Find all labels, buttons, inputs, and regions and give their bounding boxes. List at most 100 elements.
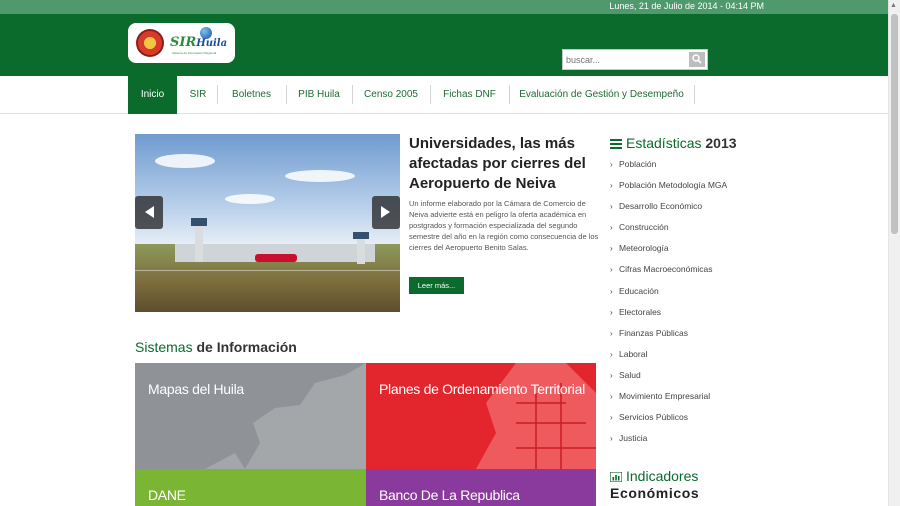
slider-prev-button[interactable]: [135, 196, 163, 229]
stats-heading: Estadísticas 2013: [610, 135, 737, 151]
site-header: SIRHuila Sistema de Información Regional: [0, 14, 888, 76]
chevron-right-icon: ›: [610, 160, 613, 169]
slider-tower-cab: [353, 232, 369, 239]
stats-link-educacion[interactable]: › Educación: [610, 284, 810, 305]
stats-heading-b: 2013: [705, 135, 737, 151]
list-icon: [610, 139, 622, 149]
stats-link-cifras-macro[interactable]: › Cifras Macroeconómicas: [610, 262, 810, 283]
nav-item-inicio[interactable]: Inicio: [128, 76, 177, 114]
systems-heading-a: Sistemas: [135, 339, 193, 355]
stats-link-electorales[interactable]: › Electorales: [610, 305, 810, 326]
stats-link-construccion[interactable]: › Construcción: [610, 220, 810, 241]
logo-subtitle: Sistema de Información Regional: [172, 51, 217, 55]
slider-tower-cab: [191, 218, 207, 226]
tile-dane[interactable]: DANE: [135, 469, 366, 506]
nav-item-evaluacion[interactable]: Evaluación de Gestión y Desempeño: [512, 76, 691, 114]
tile-mapas-del-huila[interactable]: Mapas del Huila: [135, 363, 366, 469]
nav-divider: [217, 85, 218, 104]
stats-link-label: Justicia: [619, 433, 648, 444]
tile-label: DANE: [148, 487, 186, 503]
stats-link-label: Meteorología: [619, 243, 669, 254]
news-title[interactable]: Universidades, las más afectadas por cie…: [409, 134, 599, 194]
top-bar: Lunes, 21 de Julio de 2014 - 04:14 PM: [0, 0, 888, 14]
nav-divider: [694, 85, 695, 104]
tile-banco-republica[interactable]: Banco De La Republica: [366, 469, 596, 506]
slider-cloud: [155, 154, 215, 168]
stats-heading-a: Estadísticas: [626, 135, 702, 151]
chevron-right-icon: ›: [610, 244, 613, 254]
huila-map-shape: [205, 363, 366, 469]
nav-item-fichas-dnf[interactable]: Fichas DNF: [433, 76, 506, 114]
nav-item-boletnes[interactable]: Boletnes: [220, 76, 283, 114]
scrollbar-thumb[interactable]: [891, 14, 898, 234]
chevron-right-icon: ›: [610, 392, 613, 402]
indicators-heading: Indicadores: [610, 467, 698, 485]
stats-link-poblacion-mga[interactable]: › Población Metodología MGA: [610, 178, 810, 199]
stats-link-salud[interactable]: › Salud: [610, 368, 810, 389]
stats-link-laboral[interactable]: › Laboral: [610, 347, 810, 368]
news-slider-image[interactable]: [135, 134, 400, 312]
chevron-right-icon: ›: [610, 202, 613, 212]
news-summary: Un informe elaborado por la Cámara de Co…: [409, 199, 599, 252]
chevron-right-icon: ›: [610, 434, 613, 444]
nav-item-pib-huila[interactable]: PIB Huila: [289, 76, 349, 114]
chevron-right-icon: ›: [610, 349, 613, 359]
slider-cloud: [285, 170, 355, 182]
stats-link-justicia[interactable]: › Justicia: [610, 431, 810, 452]
territory-map-shape: [476, 363, 596, 469]
stats-link-label: Laboral: [619, 348, 648, 359]
slider-plane: [255, 254, 297, 262]
huila-seal-icon: [136, 29, 164, 57]
slider-fence: [135, 270, 400, 271]
chevron-right-icon: ›: [610, 370, 613, 380]
stats-link-desarrollo-economico[interactable]: › Desarrollo Económico: [610, 199, 810, 220]
nav-item-sir[interactable]: SIR: [180, 76, 216, 114]
stats-link-meteorologia[interactable]: › Meteorología: [610, 241, 810, 262]
nav-divider: [352, 85, 353, 104]
stats-link-label: Finanzas Públicas: [619, 327, 688, 338]
read-more-button[interactable]: Leer más...: [409, 277, 464, 294]
stats-link-label: Movimiento Empresarial: [619, 391, 711, 402]
chevron-left-icon: [145, 206, 154, 218]
slider-next-button[interactable]: [372, 196, 400, 229]
stats-link-label: Cifras Macroeconómicas: [619, 264, 713, 275]
nav-divider: [286, 85, 287, 104]
main-nav: Inicio SIR Boletnes PIB Huila Censo 2005…: [0, 76, 888, 114]
stats-link-label: Salud: [619, 369, 641, 380]
stats-link-finanzas-publicas[interactable]: › Finanzas Públicas: [610, 326, 810, 347]
slider-tower: [357, 238, 365, 264]
search-box: [562, 49, 708, 70]
stats-link-label: Educación: [619, 285, 659, 296]
search-input[interactable]: [566, 53, 684, 67]
search-icon: [692, 54, 702, 64]
indicators-heading-b: Económicos: [610, 485, 700, 501]
stats-link-label: Desarrollo Económico: [619, 201, 703, 212]
chevron-right-icon: ›: [610, 265, 613, 275]
chevron-right-icon: ›: [610, 181, 613, 191]
scroll-up-icon[interactable]: ▲: [890, 2, 897, 9]
systems-heading-b: de Información: [196, 339, 297, 355]
nav-divider: [430, 85, 431, 104]
stats-link-label: Población Metodología MGA: [619, 180, 728, 191]
stats-link-servicios-publicos[interactable]: › Servicios Públicos: [610, 410, 810, 431]
slider-tower: [195, 224, 203, 262]
stats-link-label: Construcción: [619, 222, 669, 233]
bar-chart-icon: [610, 472, 622, 482]
chevron-right-icon: ›: [610, 413, 613, 423]
chevron-right-icon: ›: [610, 286, 613, 296]
logo-text: SIRHuila: [170, 35, 227, 50]
chevron-right-icon: ›: [610, 223, 613, 233]
stats-link-poblacion[interactable]: › Población: [610, 157, 810, 178]
stats-list: › Población › Población Metodología MGA › D…: [610, 157, 810, 452]
stats-link-label: Servicios Públicos: [619, 412, 688, 423]
tile-planes-ordenamiento[interactable]: Planes de Ordenamiento Territorial: [366, 363, 596, 469]
tile-label: Banco De La Republica: [379, 487, 520, 503]
stats-link-movimiento-empresarial[interactable]: › Movimiento Empresarial: [610, 389, 810, 410]
nav-item-censo-2005[interactable]: Censo 2005: [355, 76, 427, 114]
site-logo[interactable]: SIRHuila Sistema de Información Regional: [128, 23, 235, 63]
logo-text-a: SIR: [170, 35, 197, 50]
tile-label: Planes de Ordenamiento Territorial: [379, 381, 585, 397]
indicators-heading-a: Indicadores: [626, 468, 699, 484]
search-button[interactable]: [689, 52, 705, 67]
chevron-right-icon: ›: [610, 307, 613, 317]
